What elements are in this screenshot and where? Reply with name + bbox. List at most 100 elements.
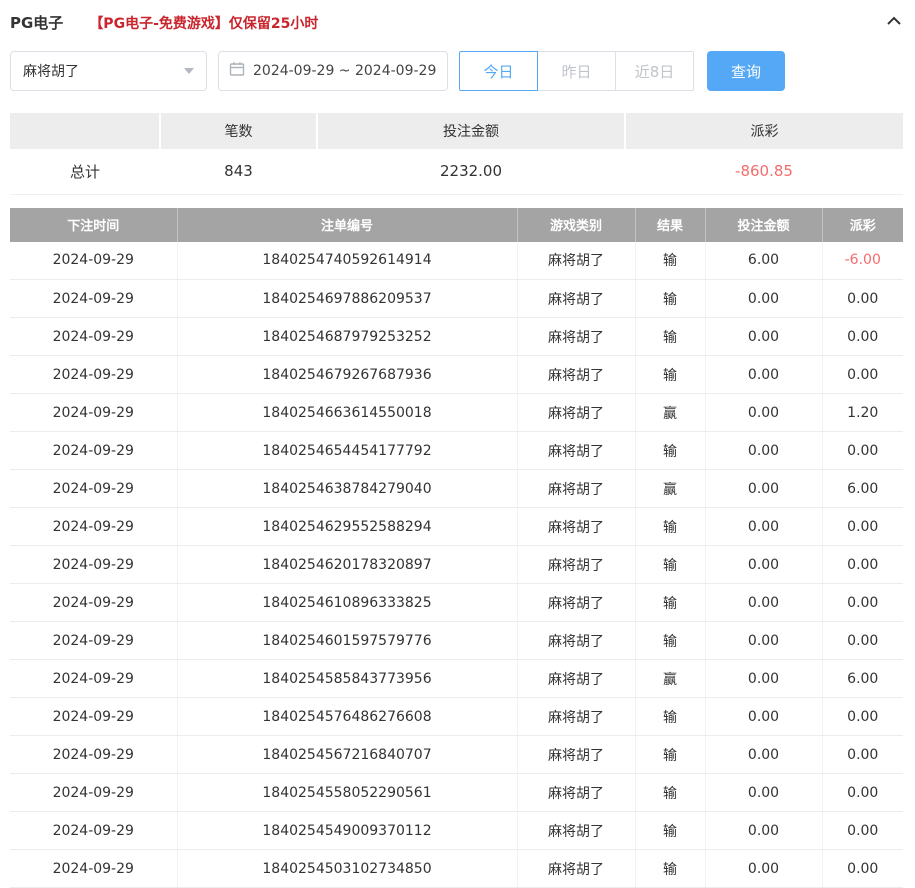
- order-id-cell: 1840254697886209537: [177, 280, 517, 318]
- bet-date-cell: 2024-09-29: [10, 394, 177, 432]
- col-result: 结果: [635, 208, 705, 242]
- bet-table-header-row: 下注时间 注单编号 游戏类别 结果 投注金额 派彩: [10, 208, 903, 242]
- table-row: 2024-09-291840254654454177792麻将胡了输0.000.…: [10, 432, 903, 470]
- bet-date-cell: 2024-09-29: [10, 622, 177, 660]
- result-cell: 输: [635, 242, 705, 280]
- game-type-cell: 麻将胡了: [517, 318, 635, 356]
- calendar-icon: [229, 61, 253, 81]
- bet-date-cell: 2024-09-29: [10, 584, 177, 622]
- result-cell: 输: [635, 774, 705, 812]
- order-id-cell: 1840254558052290561: [177, 774, 517, 812]
- game-type-cell: 麻将胡了: [517, 622, 635, 660]
- collapse-panel-button[interactable]: [885, 14, 903, 31]
- payout-cell: 0.00: [822, 356, 903, 394]
- payout-cell: 0.00: [822, 698, 903, 736]
- table-row: 2024-09-291840254610896333825麻将胡了输0.000.…: [10, 584, 903, 622]
- payout-cell: -6.00: [822, 242, 903, 280]
- game-select-value: 麻将胡了: [23, 61, 184, 81]
- free-game-notice: 【PG电子-免费游戏】仅保留25小时: [89, 13, 318, 33]
- bet-amount-cell: 0.00: [705, 698, 822, 736]
- result-cell: 输: [635, 280, 705, 318]
- bet-amount-cell: 0.00: [705, 508, 822, 546]
- summary-total-count: 843: [160, 149, 317, 194]
- summary-total-bet-amount: 2232.00: [317, 149, 625, 194]
- table-row: 2024-09-291840254740592614914麻将胡了输6.00-6…: [10, 242, 903, 280]
- bet-table-body: 2024-09-291840254740592614914麻将胡了输6.00-6…: [10, 242, 903, 888]
- result-cell: 输: [635, 622, 705, 660]
- result-cell: 输: [635, 432, 705, 470]
- col-game-type: 游戏类别: [517, 208, 635, 242]
- game-type-cell: 麻将胡了: [517, 812, 635, 850]
- table-row: 2024-09-291840254663614550018麻将胡了赢0.001.…: [10, 394, 903, 432]
- table-row: 2024-09-291840254567216840707麻将胡了输0.000.…: [10, 736, 903, 774]
- date-range-value: 2024-09-29 ~ 2024-09-29: [253, 63, 436, 79]
- game-type-cell: 麻将胡了: [517, 774, 635, 812]
- bet-amount-cell: 0.00: [705, 774, 822, 812]
- provider-title: PG电子: [10, 12, 63, 33]
- result-cell: 输: [635, 356, 705, 394]
- table-row: 2024-09-291840254549009370112麻将胡了输0.000.…: [10, 812, 903, 850]
- chevron-down-icon: [184, 68, 194, 74]
- bet-date-cell: 2024-09-29: [10, 660, 177, 698]
- table-row: 2024-09-291840254620178320897麻将胡了输0.000.…: [10, 546, 903, 584]
- order-id-cell: 1840254687979253252: [177, 318, 517, 356]
- table-row: 2024-09-291840254638784279040麻将胡了赢0.006.…: [10, 470, 903, 508]
- order-id-cell: 1840254654454177792: [177, 432, 517, 470]
- bet-amount-cell: 0.00: [705, 318, 822, 356]
- bet-date-cell: 2024-09-29: [10, 508, 177, 546]
- result-cell: 输: [635, 812, 705, 850]
- result-cell: 赢: [635, 660, 705, 698]
- result-cell: 输: [635, 584, 705, 622]
- quick-btn-today[interactable]: 今日: [459, 51, 538, 91]
- bet-date-cell: 2024-09-29: [10, 698, 177, 736]
- bet-amount-cell: 0.00: [705, 812, 822, 850]
- bet-date-cell: 2024-09-29: [10, 356, 177, 394]
- game-type-cell: 麻将胡了: [517, 660, 635, 698]
- payout-cell: 0.00: [822, 508, 903, 546]
- payout-cell: 0.00: [822, 584, 903, 622]
- order-id-cell: 1840254549009370112: [177, 812, 517, 850]
- game-type-cell: 麻将胡了: [517, 698, 635, 736]
- summary-header-row: 笔数 投注金额 派彩: [10, 113, 903, 149]
- table-row: 2024-09-291840254585843773956麻将胡了赢0.006.…: [10, 660, 903, 698]
- table-row: 2024-09-291840254687979253252麻将胡了输0.000.…: [10, 318, 903, 356]
- bet-date-cell: 2024-09-29: [10, 318, 177, 356]
- bet-amount-cell: 0.00: [705, 850, 822, 888]
- order-id-cell: 1840254503102734850: [177, 850, 517, 888]
- payout-cell: 0.00: [822, 318, 903, 356]
- col-bet-amount: 投注金额: [705, 208, 822, 242]
- bet-amount-cell: 0.00: [705, 584, 822, 622]
- payout-cell: 0.00: [822, 546, 903, 584]
- summary-header-payout: 派彩: [625, 113, 903, 149]
- quick-btn-yesterday[interactable]: 昨日: [537, 51, 616, 91]
- result-cell: 输: [635, 736, 705, 774]
- table-row: 2024-09-291840254558052290561麻将胡了输0.000.…: [10, 774, 903, 812]
- filter-bar: 麻将胡了 2024-09-29 ~ 2024-09-29 今日 昨日 近8日 查…: [10, 51, 903, 91]
- date-range-input[interactable]: 2024-09-29 ~ 2024-09-29: [218, 51, 448, 91]
- order-id-cell: 1840254601597579776: [177, 622, 517, 660]
- quick-btn-last8days[interactable]: 近8日: [615, 51, 694, 91]
- bet-amount-cell: 0.00: [705, 356, 822, 394]
- result-cell: 输: [635, 698, 705, 736]
- game-type-cell: 麻将胡了: [517, 432, 635, 470]
- bet-date-cell: 2024-09-29: [10, 546, 177, 584]
- bet-date-cell: 2024-09-29: [10, 736, 177, 774]
- bet-amount-cell: 0.00: [705, 394, 822, 432]
- bet-date-cell: 2024-09-29: [10, 242, 177, 280]
- game-type-cell: 麻将胡了: [517, 394, 635, 432]
- bet-date-cell: 2024-09-29: [10, 774, 177, 812]
- order-id-cell: 1840254679267687936: [177, 356, 517, 394]
- col-payout: 派彩: [822, 208, 903, 242]
- bet-date-cell: 2024-09-29: [10, 850, 177, 888]
- summary-total-payout: -860.85: [625, 149, 903, 194]
- result-cell: 赢: [635, 470, 705, 508]
- bet-amount-cell: 6.00: [705, 242, 822, 280]
- summary-header-blank: [10, 113, 160, 149]
- quick-date-group: 今日 昨日 近8日: [459, 51, 694, 91]
- result-cell: 输: [635, 546, 705, 584]
- bet-amount-cell: 0.00: [705, 432, 822, 470]
- result-cell: 输: [635, 318, 705, 356]
- search-button[interactable]: 查询: [707, 51, 785, 91]
- game-select[interactable]: 麻将胡了: [10, 51, 207, 91]
- payout-cell: 0.00: [822, 736, 903, 774]
